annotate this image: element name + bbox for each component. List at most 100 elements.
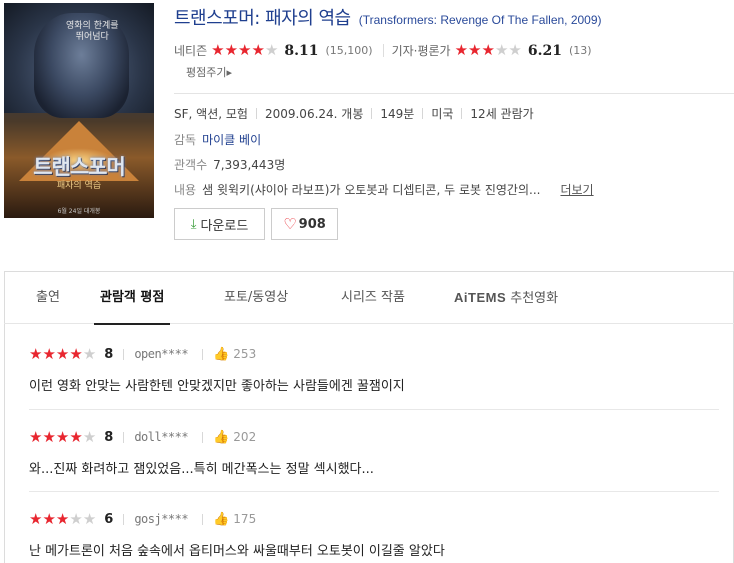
critic-star-rating: ★ ★ ★ ★ ★	[455, 43, 522, 58]
review-text: 난 메가트론이 처음 숲속에서 옵티머스와 싸울때부터 오토봇이 이길줄 알았다	[29, 544, 445, 559]
divider	[202, 348, 204, 360]
release-date: 2009.06.24. 개봉	[264, 107, 364, 121]
star-filled-icon: ★	[468, 41, 482, 59]
movie-poster[interactable]: 영화의 한계를 뛰어넘다 트랜스포머 패자의 역습 6월 24일 대개봉	[4, 3, 154, 218]
plot-summary: 샘 윗윅키(샤이아 라보프)가 오토봇과 디셉티콘, 두 로봇 진영간의...	[202, 183, 541, 197]
poster-date: 6월 24일 대개봉	[57, 208, 101, 215]
rate-button[interactable]: 평점주기▸	[186, 64, 232, 80]
review-likes: 175	[233, 512, 257, 526]
tab-cast[interactable]: 출연	[36, 271, 60, 324]
divider	[371, 108, 373, 119]
divider	[461, 108, 463, 119]
critic-rating-label: 기자·평론가	[391, 44, 451, 58]
rating-row: 네티즌 ★ ★ ★ ★ ★ 8.11 (15,100) 기자·평론가 ★ ★ ★ ★ ★ 6.2…	[174, 42, 602, 59]
movie-title[interactable]: 트랜스포머: 패자의 역습	[174, 8, 351, 29]
country: 미국	[431, 107, 454, 121]
critic-score: 6.21	[527, 42, 562, 59]
star-filled-icon: ★	[42, 427, 56, 446]
review-divider	[29, 409, 719, 410]
divider	[255, 108, 257, 119]
tab-aitems-label: 추천영화	[510, 291, 559, 306]
age-rating: 12세 관람가	[470, 107, 534, 121]
divider	[123, 431, 125, 443]
review-score: 8	[104, 429, 114, 445]
star-filled-icon: ★	[238, 41, 252, 59]
movie-original-title: (Transformers: Revenge Of The Fallen, 20…	[358, 13, 602, 27]
like-button[interactable]: ♡ 908	[271, 208, 338, 240]
audience-label: 관객수	[174, 158, 208, 172]
netizen-score: 8.11	[284, 42, 319, 59]
star-filled-icon: ★	[55, 427, 70, 446]
star-empty-icon: ★	[494, 41, 509, 59]
review-user[interactable]: gosj****	[134, 512, 188, 526]
star-filled-icon: ★	[69, 344, 83, 363]
netizen-star-rating: ★ ★ ★ ★ ★	[211, 43, 278, 58]
review-score: 8	[104, 346, 114, 362]
plot-row: 내용 샘 윗윅키(샤이아 라보프)가 오토봇과 디셉티콘, 두 로봇 진영간의..…	[174, 181, 594, 198]
star-filled-icon: ★	[55, 344, 70, 363]
star-filled-icon: ★	[42, 509, 56, 528]
thumbs-up-icon[interactable]: 👍	[213, 512, 229, 527]
like-count: 908	[298, 216, 326, 232]
audience-count: 7,393,443명	[213, 158, 286, 172]
star-empty-icon: ★	[508, 41, 522, 59]
tab-audience-rating[interactable]: 관람객 평점	[93, 271, 171, 325]
tab-series[interactable]: 시리즈 작품	[341, 271, 405, 324]
plot-label: 내용	[174, 183, 197, 197]
tab-photo-video[interactable]: 포토/동영상	[224, 271, 288, 324]
review-user[interactable]: open****	[134, 347, 188, 361]
star-filled-icon: ★	[69, 427, 83, 446]
audience-row: 관객수 7,393,443명	[174, 156, 285, 173]
star-empty-icon: ★	[82, 509, 97, 528]
review-likes: 202	[233, 430, 257, 444]
star-empty-icon: ★	[69, 509, 83, 528]
genre: SF, 액션, 모험	[174, 107, 248, 121]
star-empty-icon: ★	[82, 344, 97, 363]
critic-rating-count: (13)	[568, 44, 592, 57]
review-text: 와...진짜 화려하고 잼있었음...특히 메간폭스는 정말 섹시했다...	[29, 462, 374, 477]
star-filled-icon: ★	[55, 509, 70, 528]
netizen-rating-count: (15,100)	[325, 44, 373, 57]
divider	[123, 513, 125, 525]
thumbs-up-icon[interactable]: 👍	[213, 347, 229, 362]
star-empty-icon: ★	[264, 41, 279, 59]
review-score: 6	[104, 511, 114, 527]
review-meta: ★ ★ ★ ★ ★ 8 open**** 👍 253	[29, 346, 719, 362]
divider	[422, 108, 424, 119]
poster-subtitle: 패자의 역습	[56, 181, 102, 191]
star-filled-icon: ★	[251, 41, 265, 59]
runtime: 149분	[380, 107, 415, 121]
review-star-rating: ★ ★ ★ ★ ★	[29, 427, 97, 446]
review-user[interactable]: doll****	[134, 430, 188, 444]
tab-bar: 출연 관람객 평점 포토/동영상 시리즈 작품 AiTEMS 추천영화	[4, 271, 734, 325]
title-row: 트랜스포머: 패자의 역습 (Transformers: Revenge Of …	[174, 4, 602, 30]
review-star-rating: ★ ★ ★ ★ ★	[29, 509, 97, 528]
download-label: 다운로드	[200, 218, 249, 234]
divider	[382, 44, 384, 57]
star-filled-icon: ★	[481, 41, 495, 59]
star-filled-icon: ★	[454, 41, 469, 59]
thumbs-up-icon[interactable]: 👍	[213, 430, 229, 445]
star-filled-icon: ★	[29, 427, 43, 446]
poster-title: 트랜스포머	[33, 155, 126, 179]
divider	[123, 348, 125, 360]
review-item: ★ ★ ★ ★ ★ 6 gosj**** 👍 175 난 메가트론이 처음 숲속에서 옵…	[29, 511, 719, 559]
review-meta: ★ ★ ★ ★ ★ 8 doll**** 👍 202	[29, 429, 719, 445]
star-filled-icon: ★	[29, 509, 43, 528]
director-link[interactable]: 마이클 베이	[202, 133, 261, 147]
star-empty-icon: ★	[82, 427, 97, 446]
more-link[interactable]: 더보기	[560, 183, 593, 197]
heart-icon: ♡	[283, 215, 297, 233]
download-button[interactable]: ⤓ 다운로드	[174, 208, 265, 240]
divider	[202, 513, 204, 525]
star-filled-icon: ★	[42, 344, 56, 363]
tab-aitems-recommend[interactable]: AiTEMS 추천영화	[454, 271, 558, 324]
download-icon: ⤓	[190, 216, 197, 232]
review-star-rating: ★ ★ ★ ★ ★	[29, 344, 97, 363]
review-divider	[29, 491, 719, 492]
review-text: 이런 영화 안맞는 사람한텐 안맞겠지만 좋아하는 사람들에겐 꿀잼이지	[29, 379, 405, 394]
review-likes: 253	[233, 347, 257, 361]
review-item: ★ ★ ★ ★ ★ 8 open**** 👍 253 이런 영화 안맞는 사람한텐 안맞…	[29, 346, 719, 394]
review-meta: ★ ★ ★ ★ ★ 6 gosj**** 👍 175	[29, 511, 719, 527]
director-row: 감독 마이클 베이	[174, 131, 261, 148]
